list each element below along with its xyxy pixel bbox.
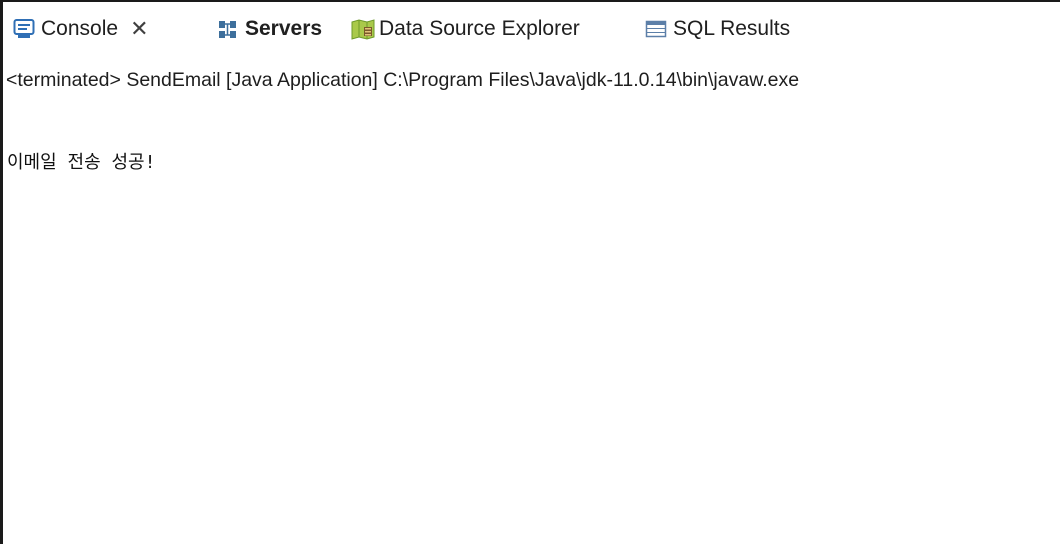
tab-data-source-explorer[interactable]: Data Source Explorer	[351, 12, 580, 46]
servers-icon	[217, 18, 239, 40]
tab-servers-label: Servers	[245, 17, 323, 40]
view-tab-bar: Console ✕ Servers Data Source Explorer S…	[3, 2, 1060, 64]
console-output-line: 이메일 전송 성공!	[7, 152, 156, 173]
data-source-explorer-icon	[351, 18, 375, 40]
tab-console-label: Console	[41, 17, 119, 40]
console-output[interactable]: 이메일 전송 성공!	[7, 98, 1057, 538]
tab-data-source-explorer-label: Data Source Explorer	[379, 17, 580, 40]
tab-sql-results-label: SQL Results	[673, 17, 791, 40]
console-icon	[13, 18, 35, 40]
tab-console[interactable]: Console ✕	[13, 12, 149, 46]
tab-divider	[3, 58, 1060, 60]
tab-sql-results[interactable]: SQL Results	[645, 12, 790, 46]
console-view: Console ✕ Servers Data Source Explorer S…	[0, 0, 1060, 544]
tab-servers[interactable]: Servers	[217, 12, 322, 46]
close-icon[interactable]: ✕	[130, 18, 148, 40]
console-status-line: <terminated> SendEmail [Java Application…	[6, 69, 800, 91]
sql-results-icon	[645, 18, 667, 40]
